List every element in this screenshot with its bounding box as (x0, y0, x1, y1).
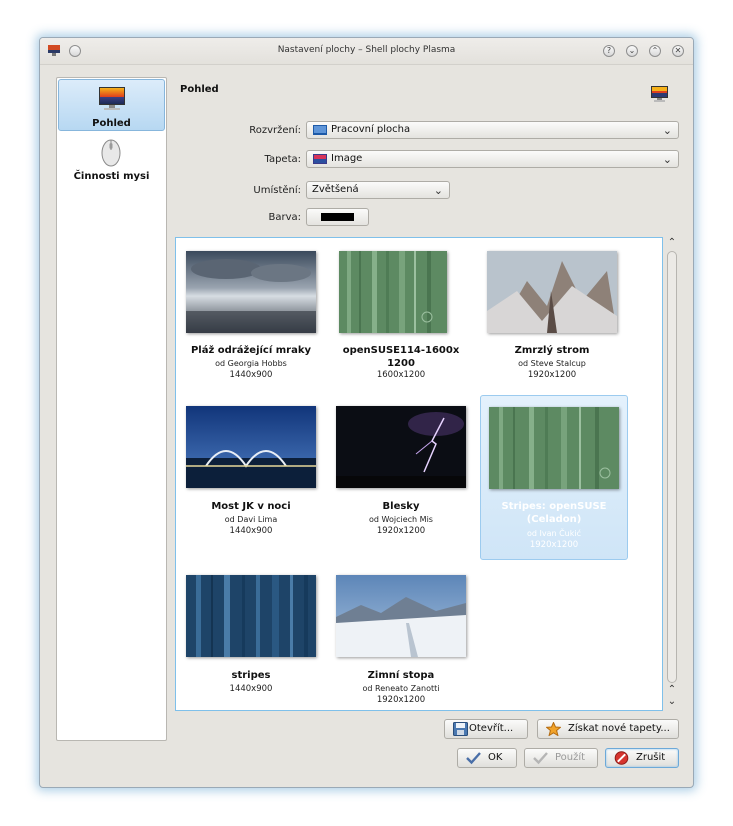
sidebar-item-label: Činnosti mysi (73, 171, 150, 182)
cancel-button[interactable]: Zrušit (605, 748, 679, 768)
wallpaper-name: Most JK v noci (211, 501, 291, 512)
wallpaper-thumbnail (186, 251, 316, 333)
wallpaper-resolution: 1600x1200 (376, 370, 426, 380)
wallpaper-thumbnail (489, 407, 619, 489)
wallpaper-name: openSUSE114-1600x1200 (342, 345, 460, 369)
sidebar: Pohled Činnosti mysi (56, 77, 167, 741)
cancel-icon (614, 751, 629, 765)
wallpaper-tile[interactable]: Blesky od Wojciech Mis 1920x1200 (327, 396, 475, 561)
wallpaper-resolution: 1440x900 (229, 684, 273, 694)
mouse-icon (101, 139, 121, 167)
layout-value: Pracovní plocha (331, 124, 411, 135)
open-button-label: Otevřít... (469, 723, 514, 734)
wallpaper-resolution: 1920x1200 (527, 370, 577, 380)
chevron-down-icon: ⌄ (662, 124, 672, 137)
ok-button[interactable]: OK (457, 748, 517, 768)
sidebar-item-cinnosti-mysi[interactable]: Činnosti mysi (58, 134, 165, 184)
vertical-scrollbar[interactable]: ⌃ ⌃ ⌄ (666, 237, 680, 711)
wallpaper-name: Blesky (382, 501, 420, 512)
wallpaper-combobox[interactable]: Image ⌄ (306, 150, 679, 168)
star-icon (546, 722, 561, 736)
monitor-wallpaper-icon (99, 87, 125, 110)
desktop-icon (313, 125, 327, 135)
wallpaper-resolution: 1920x1200 (376, 695, 426, 705)
checkmark-icon (533, 752, 548, 765)
image-icon (313, 154, 327, 164)
wallpaper-name: stripes (231, 670, 271, 681)
settings-window: Nastavení plochy – Shell plochy Plasma ?… (39, 37, 694, 788)
wallpaper-name: Stripes: openSUSE (Celadon) (501, 501, 607, 525)
wallpaper-grid[interactable]: Pláž odrážející mraky od Georgia Hobbs 1… (175, 237, 663, 711)
wallpaper-tile[interactable]: openSUSE114-1600x1200 1600x1200 (327, 243, 475, 393)
close-icon[interactable]: ✕ (672, 45, 684, 57)
wallpaper-name: Pláž odrážející mraky (190, 345, 312, 356)
position-combobox[interactable]: Zvětšená ⌄ (306, 181, 450, 199)
scroll-down-icon[interactable]: ⌄ (666, 697, 678, 707)
chevron-down-icon: ⌄ (433, 184, 443, 197)
checkmark-icon (466, 752, 481, 765)
wallpaper-author: od Georgia Hobbs (215, 359, 287, 368)
wallpaper-thumbnail (336, 406, 466, 488)
apply-button-label: Použít (555, 752, 586, 763)
open-button[interactable]: Otevřít... (444, 719, 528, 739)
save-icon (453, 722, 468, 736)
window-title: Nastavení plochy – Shell plochy Plasma (277, 45, 456, 55)
wallpaper-author: od Davi Lima (224, 515, 278, 524)
sidebar-item-pohled[interactable]: Pohled (58, 79, 165, 131)
wallpaper-tile[interactable]: Zmrzlý strom od Steve Stalcup 1920x1200 (478, 243, 626, 393)
get-new-button-label: Získat nové tapety... (568, 723, 670, 734)
color-picker-button[interactable] (306, 208, 369, 226)
wallpaper-value: Image (331, 153, 363, 164)
cancel-button-label: Zrušit (636, 752, 666, 763)
wallpaper-author: od Wojciech Mis (369, 515, 433, 524)
layout-label: Rozvržení: (249, 125, 301, 136)
wallpaper-resolution: 1440x900 (229, 526, 273, 536)
layout-combobox[interactable]: Pracovní plocha ⌄ (306, 121, 679, 139)
wallpaper-tile[interactable]: stripes 1440x900 (177, 565, 325, 705)
scroll-thumb[interactable] (667, 251, 677, 683)
wallpaper-thumbnail (186, 406, 316, 488)
wallpaper-resolution: 1920x1200 (376, 526, 426, 536)
color-label: Barva: (268, 212, 301, 223)
sidebar-item-label: Pohled (92, 118, 131, 129)
ok-button-label: OK (488, 752, 503, 763)
minimize-icon[interactable]: ⌄ (626, 45, 638, 57)
apply-button[interactable]: Použít (524, 748, 598, 768)
help-icon[interactable]: ? (603, 45, 615, 57)
wallpaper-author: od Ivan Čukić (526, 529, 582, 538)
maximize-icon[interactable]: ⌃ (649, 45, 661, 57)
wallpaper-name: Zimní stopa (367, 670, 435, 681)
wallpaper-tile[interactable]: Most JK v noci od Davi Lima 1440x900 (177, 396, 325, 561)
wallpaper-tile[interactable]: Zimní stopa od Reneato Zanotti 1920x1200 (327, 565, 475, 705)
wallpaper-tile-selected[interactable]: Stripes: openSUSE (Celadon) od Ivan Čuki… (480, 395, 628, 560)
wallpaper-author: od Steve Stalcup (518, 359, 586, 368)
get-new-wallpapers-button[interactable]: Získat nové tapety... (537, 719, 679, 739)
titlebar[interactable]: Nastavení plochy – Shell plochy Plasma ?… (40, 38, 693, 65)
wallpaper-label: Tapeta: (264, 154, 302, 165)
wallpaper-tile[interactable]: Pláž odrážející mraky od Georgia Hobbs 1… (177, 243, 325, 393)
position-value: Zvětšená (312, 184, 359, 195)
color-swatch (321, 213, 354, 221)
wallpaper-thumbnail (186, 575, 316, 657)
monitor-wallpaper-icon (651, 86, 668, 102)
scroll-up-icon[interactable]: ⌃ (666, 238, 678, 248)
chevron-down-icon: ⌄ (662, 153, 672, 166)
page-title: Pohled (180, 84, 219, 95)
wallpaper-name: Zmrzlý strom (514, 345, 590, 356)
position-label: Umístění: (253, 185, 301, 196)
wallpaper-resolution: 1440x900 (229, 370, 273, 380)
wallpaper-thumbnail (487, 251, 617, 333)
wallpaper-author: od Reneato Zanotti (362, 684, 440, 693)
wallpaper-thumbnail (339, 251, 447, 333)
wallpaper-thumbnail (336, 575, 466, 657)
wallpaper-resolution: 1920x1200 (529, 540, 579, 550)
scroll-up-icon[interactable]: ⌃ (666, 685, 678, 695)
